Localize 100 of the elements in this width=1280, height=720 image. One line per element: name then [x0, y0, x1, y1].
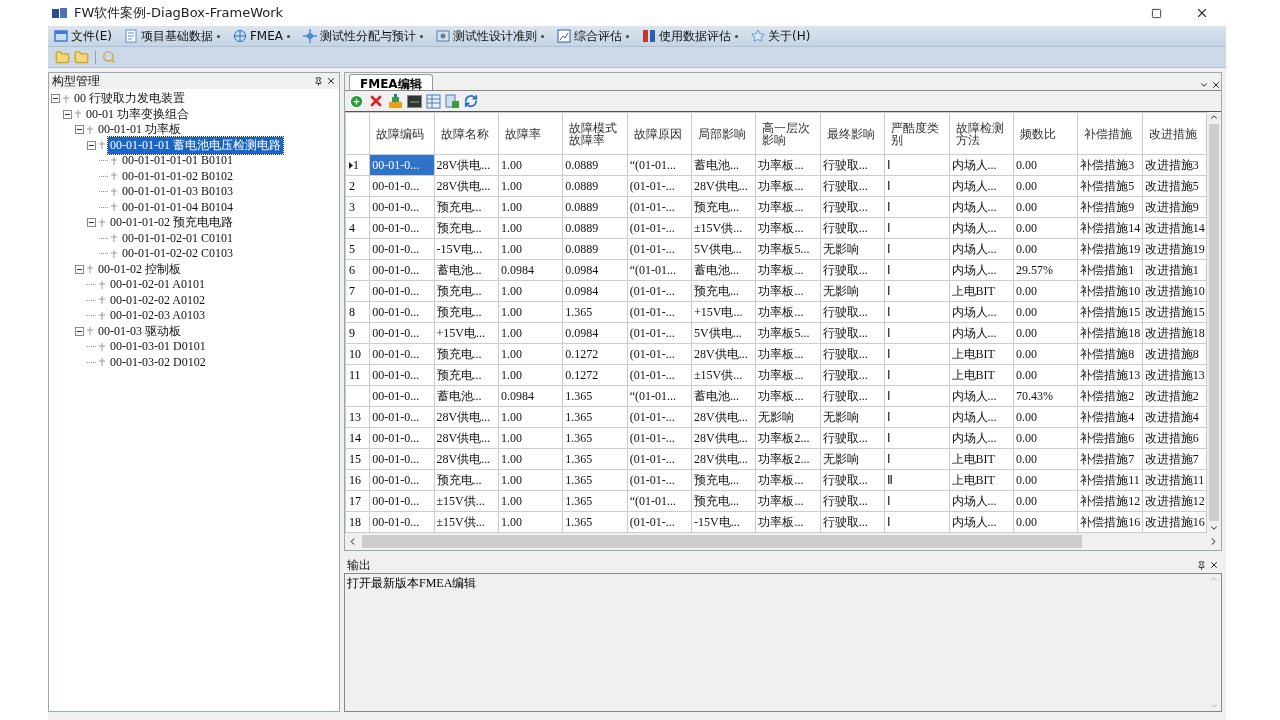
menu-item[interactable]: 使用数据评估	[640, 27, 741, 45]
collapse-toggle[interactable]	[87, 218, 96, 228]
column-header[interactable]: 改进措施	[1142, 112, 1207, 155]
tree-item[interactable]: 00-01-03-01 D0101	[108, 339, 208, 355]
column-header[interactable]: 故障名称	[434, 112, 499, 155]
menu-item[interactable]: 关于(H)	[749, 27, 813, 45]
column-header[interactable]: 严酷度类别	[884, 112, 949, 155]
monitor-button[interactable]	[406, 93, 423, 109]
node-icon	[110, 233, 118, 244]
chart-icon	[557, 29, 571, 43]
current-row-icon	[349, 161, 353, 169]
tree-item[interactable]: 00-01-01-01-04 B0104	[120, 199, 235, 215]
refresh-button[interactable]	[463, 93, 479, 109]
row-header[interactable]: 14	[345, 427, 370, 449]
column-header[interactable]: 最终影响	[820, 112, 885, 155]
grid-icon	[642, 29, 656, 43]
menu-item[interactable]: 文件(E)	[52, 27, 114, 45]
collapse-toggle[interactable]	[75, 326, 84, 336]
tree-item[interactable]: 00-01-03 驱动板	[96, 322, 183, 340]
node-icon	[110, 186, 118, 197]
document-icon	[123, 29, 138, 43]
collapse-toggle[interactable]	[63, 109, 72, 119]
tree-item[interactable]: 00-01-01 功率板	[96, 121, 183, 139]
node-icon	[86, 124, 94, 135]
row-header[interactable]: 9	[345, 322, 370, 344]
column-header[interactable]: 故障原因	[627, 112, 692, 155]
window-icon	[54, 29, 68, 43]
column-header[interactable]: 故障模式故障率	[562, 112, 628, 155]
tree-item[interactable]: 00-01-01-02 预充电电路	[108, 214, 235, 232]
menu-item[interactable]: 综合评估	[555, 27, 632, 45]
export-button[interactable]	[444, 92, 461, 110]
row-header[interactable]: 13	[345, 406, 370, 428]
node-icon	[98, 357, 106, 368]
node-icon	[86, 326, 94, 337]
tree-item[interactable]: 00-01-02-02 A0102	[108, 292, 207, 308]
scroll-down-icon	[1209, 523, 1219, 533]
column-header[interactable]: 频数比	[1013, 112, 1078, 155]
row-header[interactable]: 7	[345, 280, 370, 302]
tree-item[interactable]: 00-01 功率变换组合	[84, 105, 191, 123]
panel-title: 输出	[347, 556, 372, 574]
tree-item[interactable]: 00-01-02-01 A0101	[108, 277, 207, 293]
tree-item[interactable]: 00-01-02 控制板	[96, 260, 183, 278]
menu-item[interactable]: FMEA	[230, 27, 293, 45]
tree-item[interactable]: 00-01-01-01-03 B0103	[120, 184, 235, 200]
vertical-scrollbar[interactable]	[1207, 112, 1221, 533]
maximize-icon	[1150, 7, 1162, 19]
row-header[interactable]: 17	[345, 490, 370, 512]
tree-item[interactable]: 00-01-02-03 A0103	[108, 308, 207, 324]
pin-icon	[1197, 560, 1206, 570]
row-header[interactable]: 1	[345, 154, 370, 176]
tree-item[interactable]: 00-01-01-01 蓄电池电压检测电路	[108, 136, 283, 154]
row-header[interactable]: 10	[345, 343, 370, 365]
tree-item[interactable]: 00-01-01-02-02 C0103	[120, 246, 235, 262]
add-button[interactable]	[348, 92, 365, 110]
row-header[interactable]: 2	[345, 175, 370, 197]
tree-item[interactable]: 00 行驶取力发电装置	[72, 90, 187, 108]
import-button[interactable]	[387, 92, 404, 110]
pin-icon	[314, 76, 323, 86]
dropdown-icon	[734, 33, 739, 39]
row-header[interactable]: 3	[345, 196, 370, 218]
row-header[interactable]: 8	[345, 301, 370, 323]
menu-item[interactable]: 项目基础数据	[121, 27, 223, 45]
node-icon	[62, 93, 70, 104]
row-header[interactable]: 4	[345, 217, 370, 239]
column-header[interactable]: 故障检测方法	[949, 112, 1014, 155]
node-icon	[110, 248, 118, 259]
tree-item[interactable]: 00-01-01-01-01 B0101	[120, 153, 235, 169]
panel-title: 构型管理	[52, 72, 101, 90]
row-header[interactable]: 5	[345, 238, 370, 260]
collapse-toggle[interactable]	[75, 264, 84, 274]
tree-item[interactable]: 00-01-01-01-02 B0102	[120, 168, 235, 184]
collapse-toggle[interactable]	[75, 125, 84, 135]
collapse-toggle[interactable]	[51, 94, 60, 104]
close-icon	[1209, 560, 1219, 570]
menu-item[interactable]: 测试性分配与预计	[301, 27, 426, 45]
close-icon	[1211, 80, 1221, 90]
column-header[interactable]: 故障率	[498, 112, 563, 155]
collapse-toggle[interactable]	[87, 140, 96, 150]
menu-item[interactable]: 测试性设计准则	[434, 27, 547, 45]
row-header[interactable]: 6	[345, 259, 370, 281]
tree-item[interactable]: 00-01-01-02-01 C0101	[120, 230, 235, 246]
column-header[interactable]: 故障编码	[369, 112, 434, 155]
dropdown-icon	[540, 33, 545, 39]
row-header[interactable]: 15	[345, 448, 370, 470]
output-line: 打开最新版本FMEA编辑	[347, 575, 478, 592]
editor-tab[interactable]: FMEA编辑	[349, 74, 433, 90]
row-header[interactable]: 11	[345, 364, 370, 386]
scroll-up-icon	[1209, 112, 1219, 122]
row-header[interactable]: 18	[345, 511, 370, 533]
column-header[interactable]: 局部影响	[691, 112, 756, 155]
column-header[interactable]: 高一层次影响	[755, 112, 821, 155]
node-icon	[98, 295, 106, 306]
node-icon	[98, 217, 106, 228]
vertical-scrollbar[interactable]	[1207, 574, 1221, 711]
node-icon	[98, 310, 106, 321]
row-header[interactable]: 16	[345, 469, 370, 491]
scroll-up-icon	[1209, 574, 1219, 584]
column-header[interactable]: 补偿措施	[1077, 112, 1143, 155]
tree-item[interactable]: 00-01-03-02 D0102	[108, 354, 208, 370]
node-icon	[110, 202, 118, 213]
